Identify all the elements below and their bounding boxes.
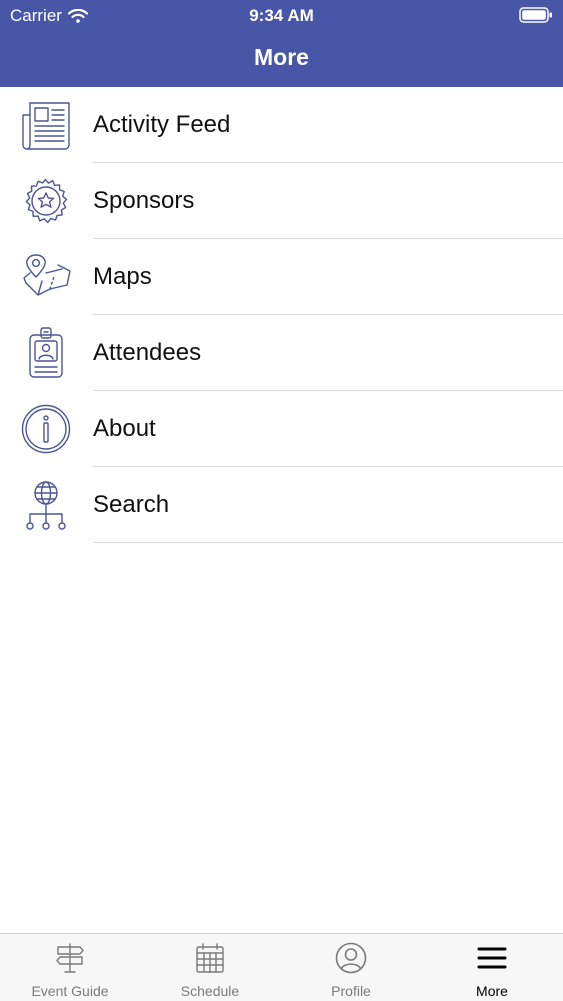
tab-schedule[interactable]: Schedule [140,934,280,1001]
more-menu-list: Activity Feed Sponsors Maps Attendees Ab… [0,87,563,543]
calendar-icon [194,942,226,974]
page-title: More [254,44,309,70]
tab-profile[interactable]: Profile [281,934,421,1001]
status-bar: Carrier 9:34 AM [0,0,563,30]
menu-item-about[interactable]: About [0,391,563,467]
menu-item-label: About [93,415,156,442]
map-pin-icon [20,251,72,303]
menu-item-label: Maps [93,263,152,290]
menu-item-attendees[interactable]: Attendees [0,315,563,391]
menu-item-label: Sponsors [93,187,195,214]
tab-label: More [476,983,508,999]
tab-bar: Event Guide Schedule Profile More [0,933,563,1001]
info-icon [20,403,72,455]
battery-icon [519,7,553,28]
globe-network-icon [20,479,72,531]
menu-item-maps[interactable]: Maps [0,239,563,315]
clock: 9:34 AM [249,6,314,25]
menu-item-label: Activity Feed [93,111,231,138]
menu-item-search[interactable]: Search [0,467,563,543]
tab-more[interactable]: More [422,934,562,1001]
tab-label: Profile [331,983,371,999]
signpost-icon [54,942,86,974]
menu-item-label: Attendees [93,339,202,366]
menu-item-sponsors[interactable]: Sponsors [0,163,563,239]
menu-item-label: Search [93,491,170,518]
tab-label: Event Guide [31,983,109,999]
tab-label: Schedule [180,983,240,999]
newspaper-icon [20,99,72,151]
star-badge-icon [20,175,72,227]
menu-icon [476,942,508,974]
id-badge-icon [20,327,72,379]
navigation-bar: More [0,30,563,87]
menu-item-activity-feed[interactable]: Activity Feed [0,87,563,163]
row-divider [93,542,563,543]
profile-icon [335,942,367,974]
tab-event-guide[interactable]: Event Guide [0,934,140,1001]
